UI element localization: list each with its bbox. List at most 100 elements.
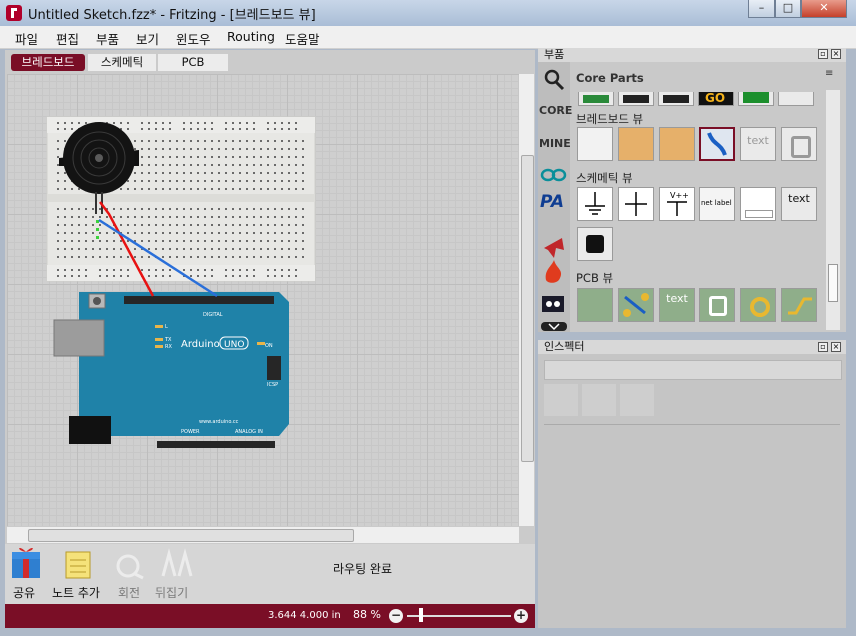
part-logo-schematic[interactable]	[577, 227, 613, 261]
tab-breadboard[interactable]: 브레드보드	[11, 54, 85, 71]
arduino-uno[interactable]: Arduino UNO DIGITAL POWER ANALOG IN ICSP…	[53, 292, 289, 448]
minimize-button[interactable]: –	[748, 0, 775, 18]
breadboard-hole	[246, 164, 248, 166]
part-pcb-text[interactable]: text	[659, 288, 695, 322]
breadboard-hole	[155, 180, 157, 182]
part-frame[interactable]	[740, 187, 776, 221]
maximize-button[interactable]: □	[775, 0, 801, 18]
part-pcb-jumper[interactable]	[618, 288, 654, 322]
breadboard-hole	[64, 122, 66, 124]
search-icon[interactable]	[544, 69, 565, 91]
breadboard-hole	[169, 156, 171, 158]
tab-schematic[interactable]: 스케메틱	[88, 54, 156, 71]
breadboard-hole	[204, 256, 206, 258]
breadboard-hole	[169, 256, 171, 258]
inspector-float-icon[interactable]: ▫	[818, 342, 828, 352]
part-perfboard[interactable]	[618, 127, 654, 161]
breadboard-hole	[218, 156, 220, 158]
sparkfun-icon[interactable]	[545, 260, 562, 283]
bin-core[interactable]: CORE	[539, 104, 572, 117]
part-net-label[interactable]: net label	[699, 187, 735, 221]
breadboard-canvas[interactable]: Arduino UNO DIGITAL POWER ANALOG IN ICSP…	[7, 74, 519, 526]
part-pcb-trace[interactable]	[781, 288, 817, 322]
breadboard-hole	[148, 269, 150, 271]
float-panel-icon[interactable]: ▫	[818, 49, 828, 59]
breadboard-hole	[281, 256, 283, 258]
bin-mine[interactable]: MINE	[539, 137, 571, 150]
breadboard-hole	[148, 256, 150, 258]
menu-edit[interactable]: 편집	[56, 29, 79, 48]
part-logo-breadboard[interactable]	[781, 127, 817, 161]
menu-parts[interactable]: 부품	[96, 29, 119, 48]
monster-icon[interactable]	[542, 296, 564, 312]
part-item[interactable]	[658, 92, 694, 106]
breadboard-hole	[141, 188, 143, 190]
zoom-out-button[interactable]: −	[389, 609, 403, 623]
breadboard-hole	[246, 122, 248, 124]
tab-pcb[interactable]: PCB	[158, 54, 228, 71]
breadboard-hole	[64, 128, 66, 130]
breadboard-hole	[260, 256, 262, 258]
flip-button-label[interactable]: 뒤집기	[155, 584, 188, 601]
breadboard-hole	[281, 240, 283, 242]
breadboard-hole	[281, 269, 283, 271]
bin-pa[interactable]: PA	[540, 192, 564, 212]
parts-scroll-thumb[interactable]	[828, 264, 838, 302]
breadboard-hole	[113, 232, 115, 234]
part-text-schematic[interactable]: text	[781, 187, 817, 221]
breadboard-hole	[134, 256, 136, 258]
share-button-label[interactable]: 공유	[13, 584, 35, 601]
zoom-slider-handle[interactable]	[419, 608, 424, 622]
menu-help[interactable]: 도움말	[285, 29, 320, 48]
breadboard-hole	[190, 128, 192, 130]
part-wire-selected[interactable]	[699, 127, 735, 161]
menu-file[interactable]: 파일	[15, 29, 38, 48]
part-item[interactable]: GO	[698, 92, 734, 106]
bin-menu-icon[interactable]: ≡	[825, 68, 833, 79]
part-power[interactable]	[618, 187, 654, 221]
breadboard-hole	[113, 248, 115, 250]
note-icon[interactable]	[65, 551, 91, 579]
seeed-icon[interactable]	[544, 238, 564, 258]
breadboard-hole	[127, 208, 129, 210]
part-pcb-via[interactable]	[740, 288, 776, 322]
zoom-in-button[interactable]: +	[514, 609, 528, 623]
breadboard-hole	[267, 128, 269, 130]
breadboard-hole	[148, 148, 150, 150]
part-item[interactable]	[618, 92, 654, 106]
inspector-title-field[interactable]	[544, 360, 842, 380]
menu-routing[interactable]: Routing	[227, 29, 275, 44]
part-vcc[interactable]: V++	[659, 187, 695, 221]
part-stripboard[interactable]	[659, 127, 695, 161]
breadboard-hole	[190, 140, 192, 142]
breadboard-hole	[246, 256, 248, 258]
scroll-down-icon[interactable]	[541, 322, 567, 331]
part-pcb-plain[interactable]	[577, 288, 613, 322]
part-item[interactable]	[738, 92, 774, 106]
horizontal-scroll-thumb[interactable]	[28, 529, 354, 542]
part-item[interactable]	[578, 92, 614, 106]
breadboard-hole	[204, 122, 206, 124]
part-breadboard[interactable]	[577, 127, 613, 161]
arduino-label: Arduino	[181, 339, 220, 350]
breadboard-hole	[211, 188, 213, 190]
inspector-close-icon[interactable]: ×	[831, 342, 841, 352]
close-button[interactable]: ✕	[801, 0, 847, 18]
breadboard-hole	[267, 256, 269, 258]
part-pcb-logo[interactable]	[699, 288, 735, 322]
menu-view[interactable]: 보기	[136, 29, 159, 48]
add-note-button-label[interactable]: 노트 추가	[52, 584, 100, 601]
flip-icon[interactable]	[161, 548, 193, 577]
menu-window[interactable]: 윈도우	[176, 29, 211, 48]
rotate-icon[interactable]	[116, 554, 144, 580]
share-icon[interactable]	[12, 547, 40, 578]
close-panel-icon[interactable]: ×	[831, 49, 841, 59]
rotate-button-label[interactable]: 회전	[118, 584, 140, 601]
breadboard-hole	[92, 224, 94, 226]
part-ground[interactable]	[577, 187, 613, 221]
part-item[interactable]	[778, 92, 814, 106]
vertical-scroll-thumb[interactable]	[521, 155, 534, 462]
breadboard-hole	[253, 248, 255, 250]
arduino-icon[interactable]	[540, 168, 567, 182]
part-text-breadboard[interactable]: text	[740, 127, 776, 161]
